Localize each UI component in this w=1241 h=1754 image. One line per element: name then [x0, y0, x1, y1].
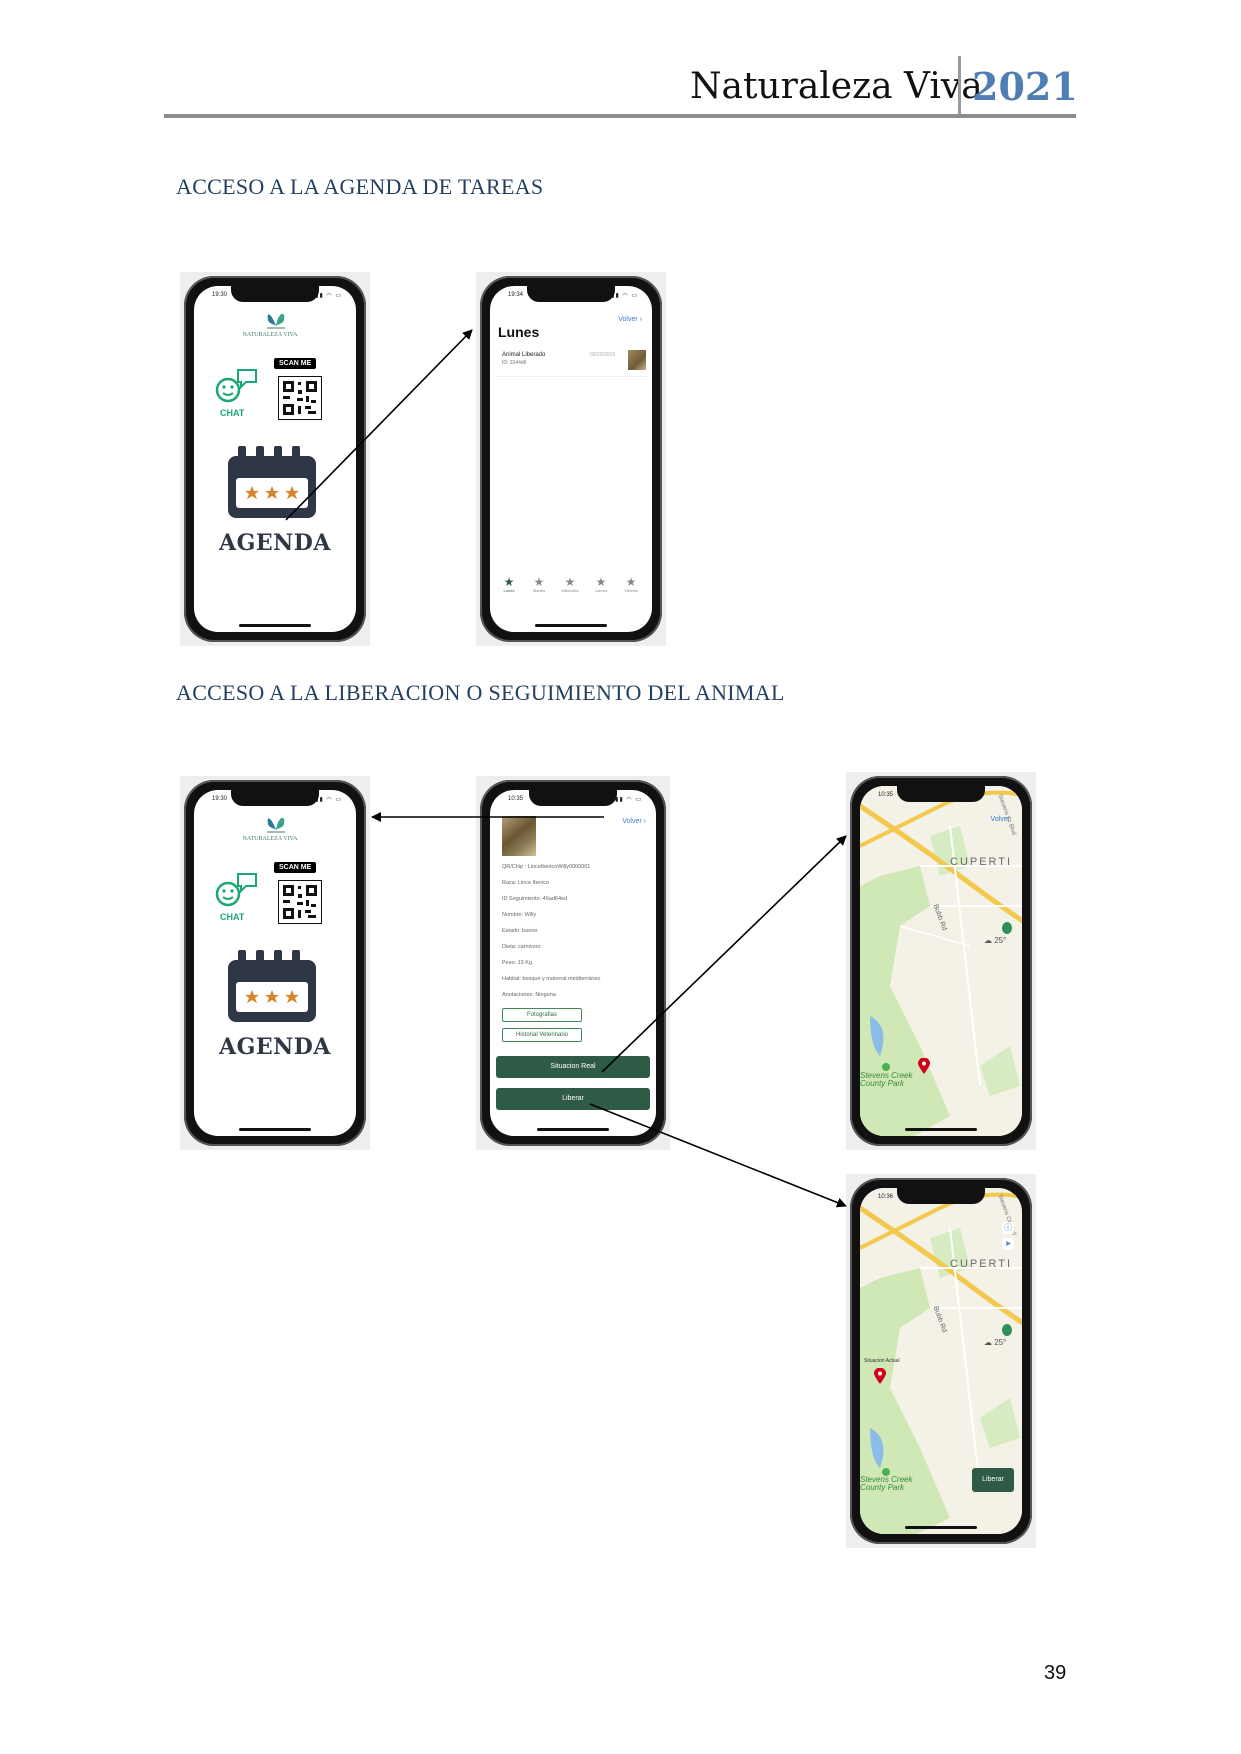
- arrow-agenda-to-lunes: [285, 329, 473, 521]
- arrow-release-to-map: [589, 1103, 847, 1208]
- flow-arrows: [285, 329, 847, 1208]
- page-number: 39: [1044, 1662, 1067, 1684]
- arrow-situation-to-map: [601, 835, 847, 1073]
